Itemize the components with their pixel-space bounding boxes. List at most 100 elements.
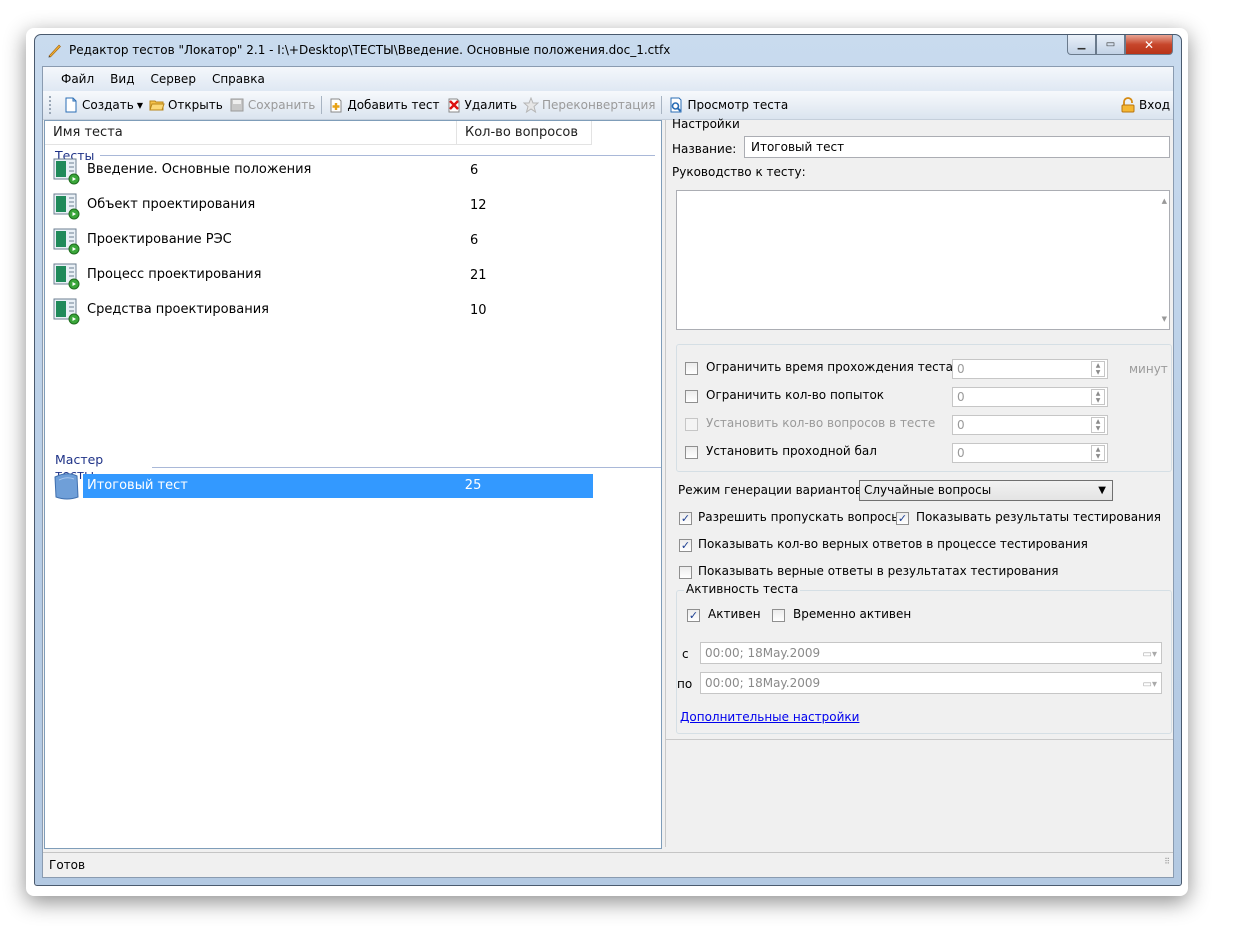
menu-server[interactable]: Сервер xyxy=(142,72,203,86)
calendar-dropdown-icon[interactable]: ▭▾ xyxy=(1143,645,1157,665)
toolbar-separator xyxy=(321,96,323,114)
show-correct-count-label: Показывать кол-во верных ответов в проце… xyxy=(698,537,1088,551)
list-item-master[interactable]: Итоговый тест 25 xyxy=(51,471,593,501)
set-questions-checkbox[interactable] xyxy=(685,418,698,431)
question-count: 12 xyxy=(470,197,487,213)
spinner-arrows-icon[interactable]: ▲ ▼ xyxy=(1091,361,1105,377)
test-name: Введение. Основные положения xyxy=(87,162,312,177)
maximize-button[interactable]: ▭ xyxy=(1096,35,1125,55)
login-button[interactable]: Вход xyxy=(1117,94,1173,116)
window-title: Редактор тестов "Локатор" 2.1 - I:\+Desk… xyxy=(69,43,671,57)
active-label: Активен xyxy=(708,607,761,621)
menu-help[interactable]: Справка xyxy=(204,72,273,86)
test-document-icon xyxy=(53,298,80,325)
show-results-label: Показывать результаты тестирования xyxy=(916,510,1161,524)
mode-label: Режим генерации вариантов xyxy=(678,483,863,497)
preview-test-button[interactable]: Просмотр теста xyxy=(665,94,791,116)
more-settings-link[interactable]: Дополнительные настройки xyxy=(680,710,859,724)
window-controls: ▁ ▭ ✕ xyxy=(1067,35,1173,55)
mode-select[interactable]: Случайные вопросы ▼ xyxy=(859,480,1113,501)
create-button[interactable]: Создать ▼ xyxy=(60,94,146,116)
delete-icon xyxy=(448,98,460,113)
list-item-test[interactable]: Процесс проектирования 21 xyxy=(51,260,593,290)
to-label: по xyxy=(677,677,693,691)
column-header-count[interactable]: Кол-во вопросов xyxy=(457,121,592,145)
test-name: Процесс проектирования xyxy=(87,267,262,282)
show-correct-count-checkbox[interactable]: ✓ xyxy=(679,539,692,552)
add-test-button[interactable]: Добавить тест xyxy=(325,94,442,116)
spinner-arrows-icon[interactable]: ▲ ▼ xyxy=(1091,389,1105,405)
temp-active-checkbox[interactable] xyxy=(772,609,785,622)
settings-divider xyxy=(666,739,1173,740)
calendar-dropdown-icon[interactable]: ▭▾ xyxy=(1143,675,1157,695)
new-document-icon xyxy=(65,97,77,113)
resize-grip-icon[interactable]: ⠿ xyxy=(1164,850,1170,874)
minutes-unit: минут xyxy=(1129,362,1168,376)
from-label: с xyxy=(682,647,689,661)
menu-file[interactable]: Файл xyxy=(53,72,102,86)
status-text: Готов xyxy=(49,858,86,872)
chevron-down-icon: ▼ xyxy=(1098,485,1106,496)
padlock-icon xyxy=(1121,97,1135,113)
spinner-arrows-icon[interactable]: ▲ ▼ xyxy=(1091,417,1105,433)
list-item-test[interactable]: Введение. Основные положения 6 xyxy=(51,155,593,185)
test-document-icon xyxy=(53,263,80,290)
list-header: Имя теста Кол-во вопросов xyxy=(45,121,661,145)
title-bar[interactable]: Редактор тестов "Локатор" 2.1 - I:\+Desk… xyxy=(35,35,1181,65)
pass-score-label: Установить проходной бал xyxy=(706,444,877,458)
close-button[interactable]: ✕ xyxy=(1125,35,1173,55)
reconvert-button[interactable]: Переконвертация xyxy=(520,94,658,116)
test-name: Проектирование РЭС xyxy=(87,232,232,247)
spinner-arrows-icon[interactable]: ▲ ▼ xyxy=(1091,445,1105,461)
group-divider xyxy=(152,466,661,468)
test-name: Объект проектирования xyxy=(87,197,256,212)
to-date-picker[interactable]: 00:00; 18May.2009 ▭▾ xyxy=(700,672,1162,694)
list-item-test[interactable]: Проектирование РЭС 6 xyxy=(51,225,593,255)
client-area: Файл Вид Сервер Справка Создать ▼ Открыт… xyxy=(42,66,1174,878)
open-button[interactable]: Открыть xyxy=(146,94,226,116)
toolbar-separator xyxy=(661,96,663,114)
test-document-icon xyxy=(53,193,80,220)
save-button[interactable]: Сохранить xyxy=(226,94,319,116)
guide-textarea[interactable]: ▲ ▼ xyxy=(676,190,1170,330)
limit-time-spinner[interactable]: 0 ▲ ▼ xyxy=(952,359,1108,379)
allow-skip-checkbox[interactable]: ✓ xyxy=(679,512,692,525)
scroll-down-arrow[interactable]: ▼ xyxy=(1162,315,1167,323)
set-questions-spinner[interactable]: 0 ▲ ▼ xyxy=(952,415,1108,435)
folder-icon xyxy=(149,100,165,111)
settings-section-label: Настройки xyxy=(672,117,740,131)
master-test-icon xyxy=(54,473,79,500)
pass-score-checkbox[interactable] xyxy=(685,446,698,459)
toolbar-grip[interactable] xyxy=(49,96,54,114)
scroll-up-arrow[interactable]: ▲ xyxy=(1162,197,1167,205)
chevron-down-icon[interactable]: ▼ xyxy=(137,101,143,110)
test-name: Итоговый тест xyxy=(83,474,459,498)
settings-panel: Настройки Название: Итоговый тест Руково… xyxy=(665,117,1173,847)
limit-attempts-label: Ограничить кол-во попыток xyxy=(706,388,885,402)
show-correct-answers-checkbox[interactable] xyxy=(679,566,692,579)
menu-bar: Файл Вид Сервер Справка xyxy=(43,67,1173,91)
list-item-test[interactable]: Средства проектирования 10 xyxy=(51,295,593,325)
limit-attempts-spinner[interactable]: 0 ▲ ▼ xyxy=(952,387,1108,407)
minimize-button[interactable]: ▁ xyxy=(1067,35,1096,55)
name-field[interactable]: Итоговый тест xyxy=(744,136,1170,158)
question-count: 25 xyxy=(458,474,593,498)
temp-active-label: Временно активен xyxy=(793,607,912,621)
app-window: Редактор тестов "Локатор" 2.1 - I:\+Desk… xyxy=(34,34,1182,886)
active-checkbox[interactable]: ✓ xyxy=(687,609,700,622)
delete-button[interactable]: Удалить xyxy=(443,94,521,116)
question-count: 10 xyxy=(470,302,487,318)
menu-view[interactable]: Вид xyxy=(102,72,142,86)
from-date-picker[interactable]: 00:00; 18May.2009 ▭▾ xyxy=(700,642,1162,664)
show-results-checkbox[interactable]: ✓ xyxy=(896,512,909,525)
pass-score-spinner[interactable]: 0 ▲ ▼ xyxy=(952,443,1108,463)
limit-time-checkbox[interactable] xyxy=(685,362,698,375)
limit-attempts-checkbox[interactable] xyxy=(685,390,698,403)
question-count: 21 xyxy=(470,267,487,283)
column-header-name[interactable]: Имя теста xyxy=(45,121,457,145)
limit-time-label: Ограничить время прохождения теста xyxy=(706,360,954,374)
name-label: Название: xyxy=(672,142,737,156)
test-document-icon xyxy=(53,158,80,185)
list-item-test[interactable]: Объект проектирования 12 xyxy=(51,190,593,220)
tests-list[interactable]: Имя теста Кол-во вопросов Тесты Введение… xyxy=(44,120,662,849)
